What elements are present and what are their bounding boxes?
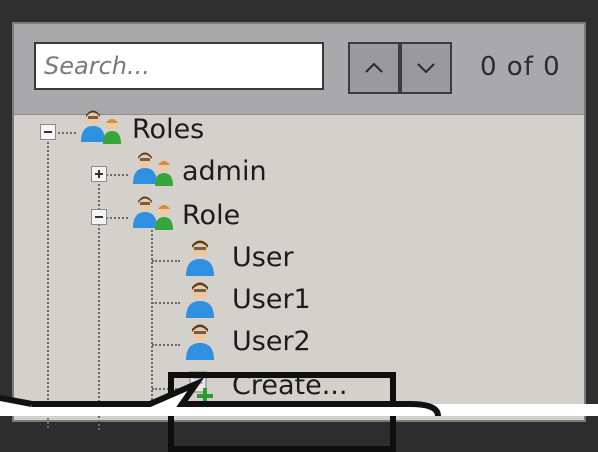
tree-node-admin[interactable]: admin [182, 156, 267, 187]
match-counter: 0 of 0 [480, 52, 561, 82]
group-icon [133, 152, 173, 186]
search-toolbar: 0 of 0 [14, 24, 584, 115]
tree-line [54, 132, 76, 134]
roles-group-icon [81, 110, 121, 144]
tree-node-roles[interactable]: Roles [132, 114, 204, 145]
collapse-role-toggle[interactable] [91, 209, 107, 225]
tree-line [106, 174, 128, 176]
tree-node-user1[interactable]: User1 [232, 284, 311, 315]
tree-node-user[interactable]: User [232, 242, 294, 273]
previous-match-button[interactable] [348, 42, 400, 94]
tree-node-user2[interactable]: User2 [232, 326, 311, 357]
group-icon [133, 196, 173, 230]
roles-panel: 0 of 0 Roles admin [12, 22, 586, 452]
tree-line [152, 260, 180, 262]
create-highlight-box [168, 372, 396, 452]
tree-line [152, 302, 180, 304]
user-icon [186, 282, 214, 318]
next-match-button[interactable] [400, 42, 452, 94]
user-icon [186, 324, 214, 360]
chevron-up-icon [365, 62, 383, 73]
tree-line [152, 344, 180, 346]
expand-admin-toggle[interactable] [91, 166, 107, 182]
user-icon [186, 240, 214, 276]
chevron-down-icon [417, 63, 435, 74]
tree-line [106, 217, 128, 219]
tree-node-role[interactable]: Role [182, 200, 240, 231]
collapse-roles-toggle[interactable] [40, 124, 56, 140]
tree-line [47, 138, 49, 428]
roles-tree: Roles admin Role User User1 User2 Create… [14, 110, 584, 452]
search-input[interactable] [34, 42, 324, 90]
